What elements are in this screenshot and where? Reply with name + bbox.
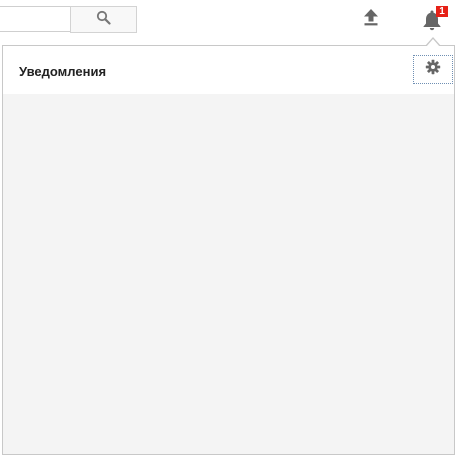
masthead: 1	[0, 0, 455, 46]
search-input[interactable]	[0, 6, 70, 32]
search-icon	[96, 10, 111, 30]
search-button[interactable]	[70, 6, 137, 33]
notifications-header: Уведомления	[3, 46, 454, 94]
upload-button[interactable]	[359, 7, 383, 31]
upload-icon	[363, 8, 379, 31]
dropdown-caret-fill	[426, 38, 440, 47]
notification-count-badge: 1	[436, 6, 448, 17]
notifications-dropdown: Уведомления	[2, 45, 455, 455]
notifications-title: Уведомления	[19, 64, 107, 79]
notifications-list	[3, 94, 454, 454]
notifications-button[interactable]: 1	[418, 6, 448, 32]
gear-icon	[425, 59, 441, 80]
notification-settings-button[interactable]	[413, 55, 453, 84]
